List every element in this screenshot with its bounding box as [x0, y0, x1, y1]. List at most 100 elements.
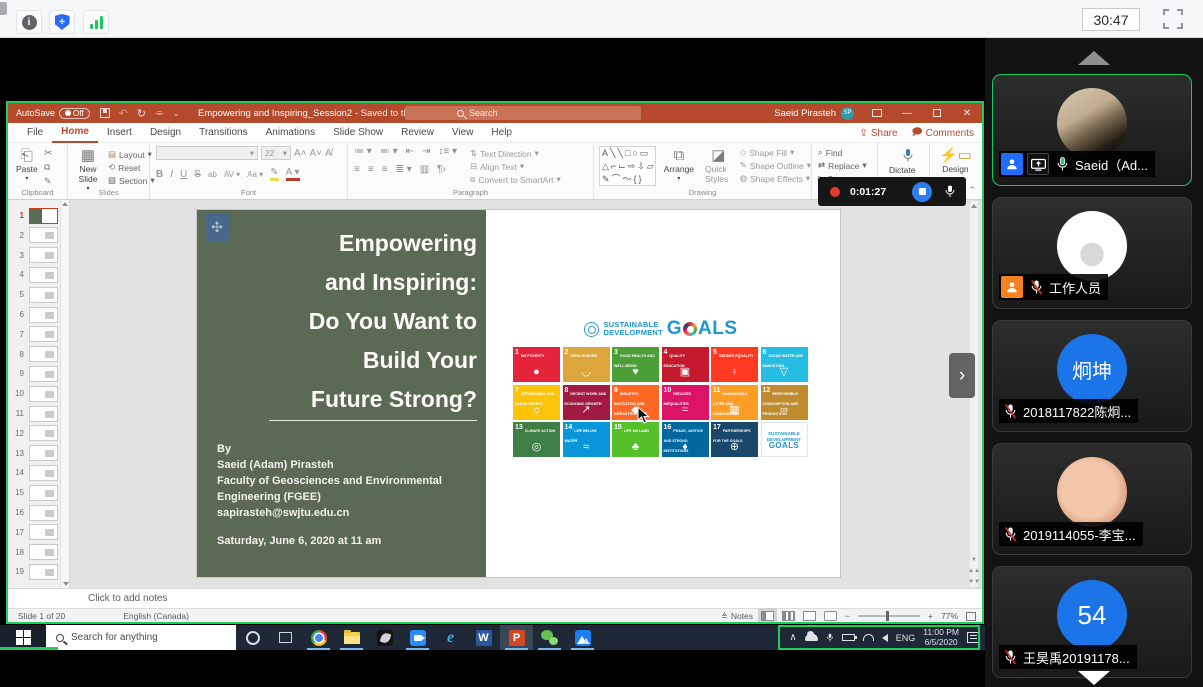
- share-button[interactable]: ⇪ Share: [859, 128, 897, 139]
- tray-mic-icon[interactable]: [826, 632, 834, 644]
- qat-customize-icon[interactable]: ⌄: [173, 109, 180, 118]
- arrange-button[interactable]: ⧉ Arrange▾: [661, 146, 697, 186]
- meeting-info-button[interactable]: i: [16, 10, 42, 34]
- section-button[interactable]: ▧Section ▾: [108, 174, 155, 187]
- reset-button[interactable]: ⟲Reset: [108, 161, 155, 174]
- font-name-combobox[interactable]: ▾: [156, 146, 258, 160]
- taskbar-powerpoint[interactable]: P: [500, 625, 533, 650]
- notes-pane[interactable]: Click to add notes: [8, 588, 982, 608]
- thumbnail-preview[interactable]: [29, 326, 58, 342]
- clear-formatting-icon[interactable]: A̸: [325, 148, 332, 159]
- thumbnail-preview[interactable]: [29, 564, 58, 580]
- tab-transitions[interactable]: Transitions: [190, 123, 257, 143]
- increase-font-icon[interactable]: A˄: [294, 148, 307, 159]
- designer-button[interactable]: ⚡▭ Design: [936, 146, 975, 176]
- bullets-icon[interactable]: ≔ ▾: [354, 146, 372, 157]
- participant-tile-5[interactable]: 54王昊禹20191178...: [992, 566, 1192, 678]
- battery-icon[interactable]: [842, 634, 855, 641]
- line-spacing-icon[interactable]: ↕≡ ▾: [438, 146, 457, 157]
- thumbnail-preview[interactable]: [29, 346, 58, 362]
- cortana-button[interactable]: [236, 625, 269, 650]
- tab-animations[interactable]: Animations: [257, 123, 324, 143]
- tab-design[interactable]: Design: [141, 123, 190, 143]
- thumbnail-preview[interactable]: [29, 267, 58, 283]
- shape-gallery[interactable]: A╲╲□○▭△⌐⌙⇨⇩▱✎⌒〜{}☆: [599, 146, 656, 186]
- collapse-ribbon-icon[interactable]: ⌃: [968, 185, 976, 196]
- thumbnail-preview[interactable]: [29, 227, 58, 243]
- new-slide-button[interactable]: ▦ New Slide▾: [71, 146, 105, 194]
- taskbar-chrome[interactable]: [302, 625, 335, 650]
- taskbar-voov[interactable]: [566, 625, 599, 650]
- taskbar-internet-explorer[interactable]: e: [434, 625, 467, 650]
- justify-icon[interactable]: ≣ ▾: [396, 164, 412, 175]
- quick-styles-button[interactable]: ◪ Quick Styles: [702, 146, 735, 186]
- shape-effects-button[interactable]: ◍ Shape Effects ▾: [740, 172, 811, 185]
- fullscreen-button[interactable]: [1163, 9, 1183, 29]
- tab-insert[interactable]: Insert: [98, 123, 141, 143]
- highlight-color-icon[interactable]: ✎: [270, 167, 278, 181]
- notes-placeholder[interactable]: Click to add notes: [88, 593, 168, 604]
- close-button[interactable]: ✕: [952, 103, 982, 123]
- align-center-icon[interactable]: ≡: [368, 164, 374, 175]
- undo-icon[interactable]: ↶: [119, 107, 128, 120]
- tab-slide-show[interactable]: Slide Show: [324, 123, 392, 143]
- tab-view[interactable]: View: [443, 123, 483, 143]
- thumbnail-preview[interactable]: [29, 445, 58, 461]
- text-direction-button[interactable]: ⇅ Text Direction ▾: [470, 147, 561, 160]
- wifi-icon[interactable]: [863, 634, 874, 641]
- recording-mic-icon[interactable]: [944, 184, 956, 200]
- format-painter-icon[interactable]: ✎: [44, 176, 52, 187]
- autosave-toggle[interactable]: Off: [59, 108, 90, 119]
- paste-button[interactable]: ⎗ Paste▾: [13, 146, 41, 184]
- meeting-security-button[interactable]: +: [49, 10, 75, 34]
- participants-scroll-down[interactable]: [1078, 671, 1110, 685]
- restore-button[interactable]: [922, 103, 952, 123]
- underline-icon[interactable]: U: [180, 169, 187, 180]
- collapse-panel-button[interactable]: ›: [949, 353, 975, 398]
- tray-chevron-icon[interactable]: ∧: [789, 633, 796, 643]
- columns-icon[interactable]: ▥: [420, 164, 429, 175]
- task-view-button[interactable]: [269, 625, 302, 650]
- participant-tile-4[interactable]: 2019114055-李宝...: [992, 443, 1192, 555]
- bold-icon[interactable]: B: [156, 169, 163, 180]
- font-size-combobox[interactable]: 22▾: [261, 146, 291, 160]
- participant-tile-2[interactable]: 工作人员: [992, 197, 1192, 309]
- taskbar-file-explorer[interactable]: [335, 625, 368, 650]
- account-info[interactable]: Saeid Pirasteh SP: [774, 103, 854, 123]
- ppt-titlebar[interactable]: AutoSave Off ↶ ↻ ⌯ ⌄ Empowering and Insp…: [8, 103, 982, 123]
- convert-smartart-button[interactable]: ⧈ Convert to SmartArt ▾: [470, 173, 561, 186]
- thumbnail-preview[interactable]: [29, 406, 58, 422]
- stop-recording-button[interactable]: [912, 182, 932, 202]
- find-button[interactable]: ⌕ Find: [818, 146, 877, 159]
- align-left-icon[interactable]: ≡: [354, 164, 360, 175]
- text-shadow-icon[interactable]: ab: [208, 170, 217, 179]
- participant-tile-1[interactable]: Saeid（Ad...: [992, 74, 1192, 186]
- increase-indent-icon[interactable]: ⇥: [422, 146, 430, 157]
- align-text-button[interactable]: ⊟ Align Text ▾: [470, 160, 561, 173]
- align-right-icon[interactable]: ≡: [382, 164, 388, 175]
- shape-fill-button[interactable]: ◇ Shape Fill ▾: [740, 146, 811, 159]
- thumbnail-preview[interactable]: [29, 524, 58, 540]
- zoom-level[interactable]: 77%: [941, 611, 958, 621]
- taskbar-app-dark[interactable]: [368, 625, 401, 650]
- next-slide-icon[interactable]: ▼▼: [968, 579, 980, 585]
- scroll-down-icon[interactable]: [63, 582, 69, 586]
- slide-canvas[interactable]: ✣ Empoweringand Inspiring:Do You Want to…: [197, 210, 840, 577]
- network-quality-button[interactable]: [83, 10, 109, 34]
- thumbnail-preview[interactable]: [29, 247, 58, 263]
- fit-slide-to-window-button[interactable]: [966, 612, 976, 621]
- thumbnail-preview[interactable]: [29, 465, 58, 481]
- character-spacing-icon[interactable]: AV ▾: [224, 170, 240, 179]
- taskbar-clock[interactable]: 11:00 PM6/5/2020: [923, 628, 959, 647]
- scroll-down-icon[interactable]: ▼: [971, 557, 977, 563]
- zoom-in-icon[interactable]: +: [928, 611, 933, 621]
- participants-scroll-up[interactable]: [1078, 51, 1110, 65]
- scroll-up-icon[interactable]: [971, 204, 977, 208]
- thumbnail-preview[interactable]: [29, 307, 58, 323]
- onedrive-cloud-icon[interactable]: [805, 634, 818, 641]
- tab-file[interactable]: File: [18, 123, 52, 143]
- slide-sorter-view-button[interactable]: [782, 611, 795, 621]
- thumbnail-preview[interactable]: [29, 425, 58, 441]
- participant-tile-3[interactable]: 炯坤2018117822陈炯...: [992, 320, 1192, 432]
- taskbar-search-box[interactable]: Search for anything: [46, 625, 236, 650]
